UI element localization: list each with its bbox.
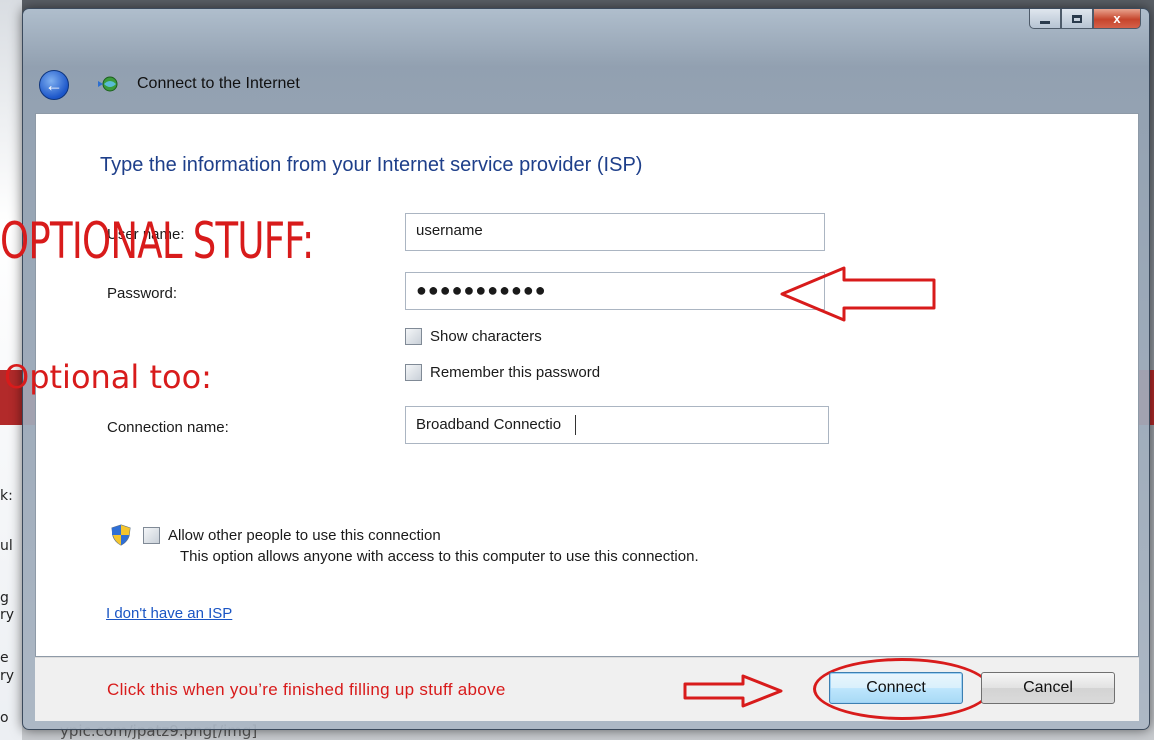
page-heading: Type the information from your Internet …: [100, 154, 643, 176]
close-icon: x: [1113, 11, 1121, 26]
maximize-icon: [1072, 14, 1082, 23]
allow-others-checkbox[interactable]: [143, 526, 160, 544]
uac-shield-icon: [111, 524, 131, 546]
optional-too-annotation: Optional too:: [4, 358, 212, 396]
remember-password-label: Remember this password: [430, 364, 601, 381]
remember-password-checkbox[interactable]: [405, 364, 422, 381]
minimize-button[interactable]: [1029, 9, 1061, 29]
no-isp-link[interactable]: I don't have an ISP: [106, 605, 232, 622]
connect-button[interactable]: Connect: [829, 672, 963, 704]
background-text-fragment: g: [0, 590, 9, 606]
allow-others-note: This option allows anyone with access to…: [180, 548, 699, 565]
background-text-fragment: ry: [0, 668, 15, 684]
background-text-fragment: k:: [0, 488, 13, 504]
allow-others-label: Allow other people to use this connectio…: [168, 526, 441, 544]
allow-others-row: Allow other people to use this connectio…: [111, 524, 441, 546]
network-icon: [98, 76, 118, 92]
minimize-icon: [1040, 20, 1050, 24]
dialog-footer: Click this when you’re finished filling …: [35, 657, 1139, 721]
back-button[interactable]: ←: [39, 70, 69, 100]
password-field[interactable]: ●●●●●●●●●●●: [405, 272, 825, 310]
remember-password-row: Remember this password: [405, 364, 600, 381]
background-text-fragment: o: [0, 710, 9, 726]
close-button[interactable]: x: [1093, 9, 1141, 29]
show-characters-label: Show characters: [430, 328, 542, 345]
left-arrow-annotation-icon: [780, 266, 936, 322]
connection-name-value: Broadband Connectio: [416, 415, 562, 433]
maximize-button[interactable]: [1061, 9, 1093, 29]
window-title: Connect to the Internet: [137, 75, 300, 92]
show-characters-row: Show characters: [405, 328, 542, 345]
password-label: Password:: [107, 285, 178, 302]
connection-name-field[interactable]: Broadband Connectio: [405, 406, 829, 444]
caption-buttons: x: [1029, 9, 1141, 31]
cancel-button[interactable]: Cancel: [981, 672, 1115, 704]
show-characters-checkbox[interactable]: [405, 328, 422, 345]
background-text-fragment: ry: [0, 607, 15, 623]
text-caret: [575, 415, 577, 435]
footer-annotation: Click this when you’re finished filling …: [107, 680, 506, 699]
username-field[interactable]: username: [405, 213, 825, 251]
right-arrow-annotation-icon: [683, 674, 783, 708]
optional-stuff-annotation: OPTIONAL STUFF:: [0, 212, 314, 270]
back-arrow-icon: ←: [45, 74, 63, 95]
background-text-fragment: e: [0, 650, 9, 666]
connection-name-label: Connection name:: [107, 419, 229, 436]
background-text-fragment: ul: [0, 538, 13, 554]
